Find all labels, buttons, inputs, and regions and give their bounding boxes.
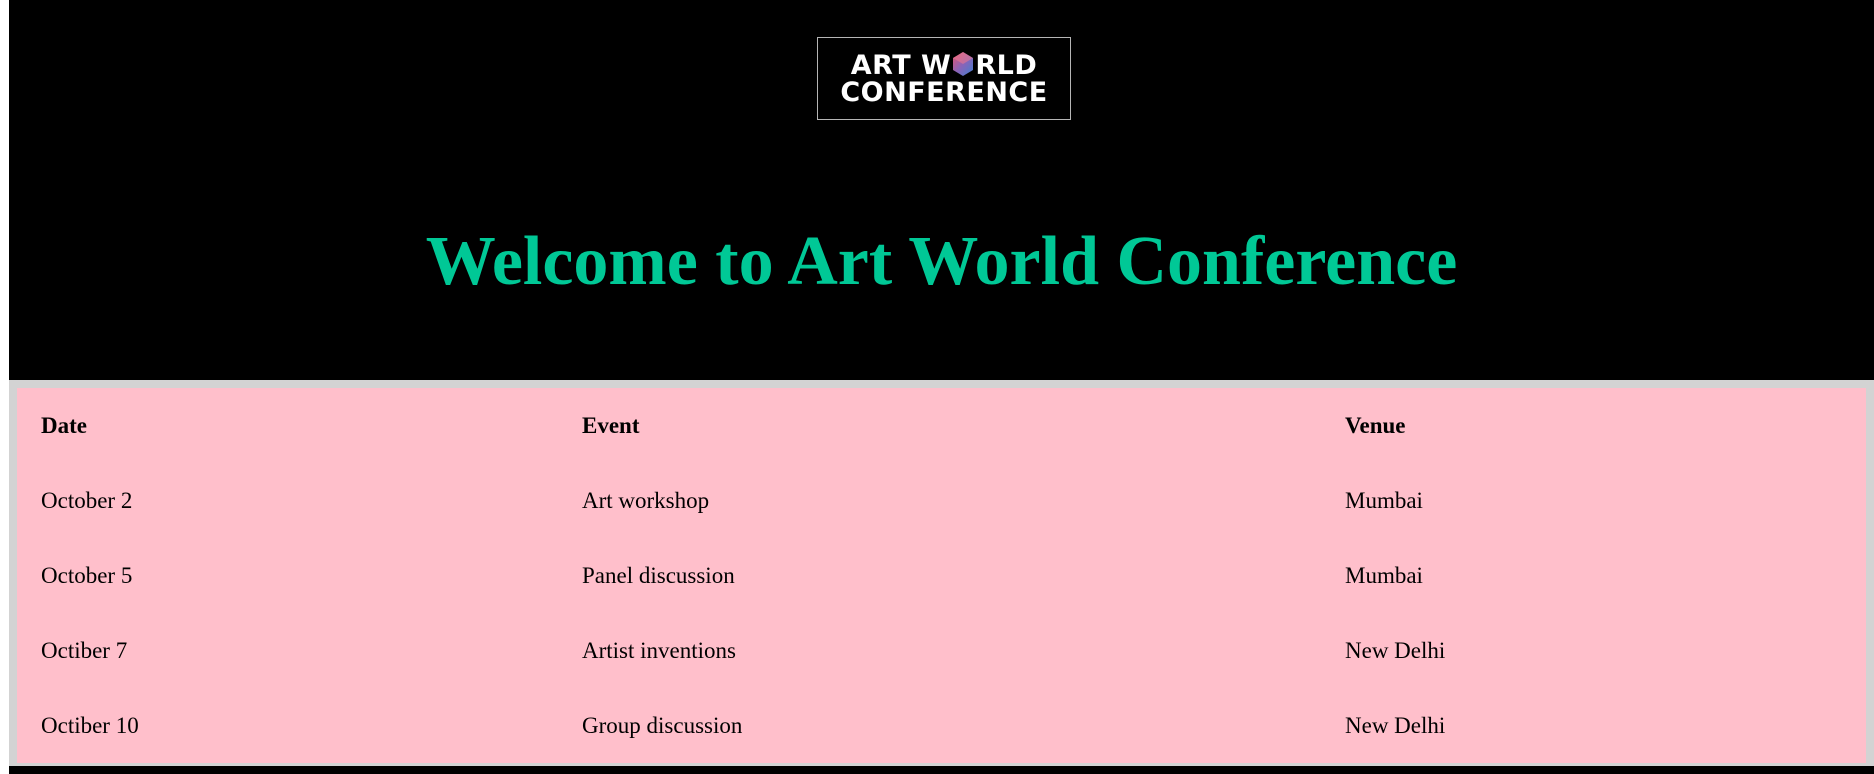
- table-header-row: Date Event Venue: [17, 388, 1866, 463]
- gem-hexagon-icon: [953, 52, 974, 76]
- column-header-venue: Venue: [1345, 412, 1406, 438]
- table-row: October 5 Panel discussion Mumbai: [17, 538, 1866, 613]
- footer-bar: [9, 766, 1874, 774]
- table-row: Octiber 7 Artist inventions New Delhi: [17, 613, 1866, 688]
- cell-event: Art workshop: [582, 487, 710, 513]
- cell-event: Group discussion: [582, 712, 743, 738]
- cell-venue: New Delhi: [1345, 637, 1446, 663]
- cell-date: October 2: [41, 487, 133, 513]
- schedule-table: Date Event Venue October 2 Art workshop …: [17, 388, 1866, 763]
- schedule-table-frame: Date Event Venue October 2 Art workshop …: [9, 380, 1874, 766]
- art-world-conference-logo: ART W RLD CONFERENCE: [817, 37, 1071, 120]
- cell-date: Octiber 10: [41, 712, 139, 738]
- logo-line-1: ART W RLD: [851, 51, 1038, 79]
- logo-line-2: CONFERENCE: [840, 77, 1048, 108]
- cell-venue: Mumbai: [1345, 487, 1423, 513]
- table-row: Octiber 10 Group discussion New Delhi: [17, 688, 1866, 763]
- table-row: October 2 Art workshop Mumbai: [17, 463, 1866, 538]
- cell-event: Panel discussion: [582, 562, 735, 588]
- site-header: ART W RLD CONFERENCE Welcome to Art Worl…: [9, 0, 1874, 380]
- cell-venue: New Delhi: [1345, 712, 1446, 738]
- cell-event: Artist inventions: [582, 637, 736, 663]
- column-header-event: Event: [582, 412, 640, 438]
- column-header-date: Date: [41, 412, 87, 438]
- cell-venue: Mumbai: [1345, 562, 1423, 588]
- cell-date: October 5: [41, 562, 133, 588]
- page-title: Welcome to Art World Conference: [425, 223, 1458, 300]
- cell-date: Octiber 7: [41, 637, 128, 663]
- page: ART W RLD CONFERENCE Welcome to Art Worl…: [0, 0, 1874, 774]
- page-margin: [0, 0, 9, 774]
